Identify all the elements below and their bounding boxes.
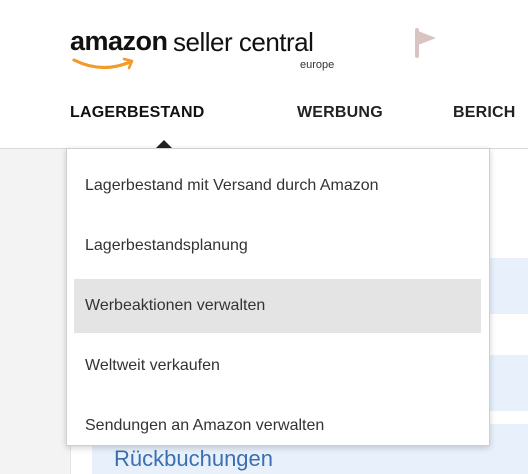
menu-item-lagerbestand-versand[interactable]: Lagerbestand mit Versand durch Amazon <box>74 159 481 213</box>
flag-icon[interactable] <box>414 28 440 58</box>
tab-berichte[interactable]: BERICH <box>453 104 516 122</box>
menu-item-lagerbestandsplanung[interactable]: Lagerbestandsplanung <box>74 219 481 273</box>
menu-item-werbeaktionen-verwalten[interactable]: Werbeaktionen verwalten <box>74 279 481 333</box>
header-bar: amazon seller central europe LAGERBESTAN… <box>0 0 528 149</box>
tab-lagerbestand[interactable]: LAGERBESTAND <box>70 104 205 122</box>
logo-amazon-text: amazon <box>70 26 168 56</box>
amazon-seller-central-logo[interactable]: amazon seller central europe <box>70 26 390 76</box>
menu-item-sendungen-verwalten[interactable]: Sendungen an Amazon verwalten <box>74 399 481 453</box>
side-panel <box>0 149 70 474</box>
tab-werbung[interactable]: WERBUNG <box>297 104 383 122</box>
amazon-smile-icon <box>72 57 134 70</box>
active-tab-caret-icon <box>156 140 172 148</box>
menu-item-weltweit-verkaufen[interactable]: Weltweit verkaufen <box>74 339 481 393</box>
lagerbestand-dropdown-menu: Lagerbestand mit Versand durch Amazon La… <box>66 148 490 446</box>
logo-seller-central-text: seller central <box>173 27 314 57</box>
logo-region-text: europe <box>300 59 335 71</box>
